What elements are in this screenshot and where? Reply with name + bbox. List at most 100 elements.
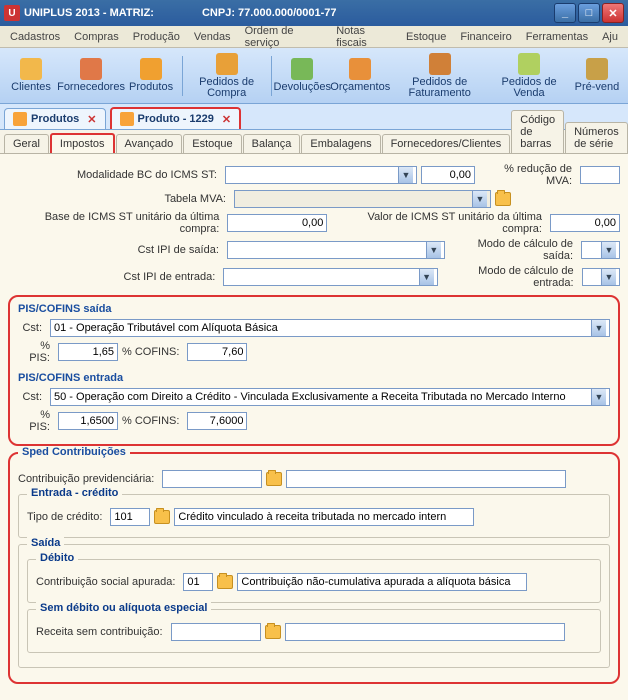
app-icon: U xyxy=(4,5,20,21)
sem-debito-group: Sem débito ou alíquota especial Receita … xyxy=(27,609,601,653)
tabela-mva-combo[interactable]: ▼ xyxy=(234,190,491,208)
toolbar-pedidos-de-compra[interactable]: Pedidos de Compra xyxy=(185,50,269,102)
pis-entrada-cofins-input[interactable] xyxy=(187,412,247,430)
sem-debito-title: Sem débito ou alíquota especial xyxy=(36,602,211,614)
cst-ipi-entrada-label: Cst IPI de entrada: xyxy=(8,271,219,283)
modo-calc-entrada-label: Modo de cálculo de entrada: xyxy=(442,265,578,289)
tab-estoque[interactable]: Estoque xyxy=(183,134,241,153)
toolbar-produtos[interactable]: Produtos xyxy=(122,50,180,102)
toolbar-pré-vend[interactable]: Pré-vend xyxy=(568,50,626,102)
pis-entrada-cofins-label: % COFINS: xyxy=(122,415,183,427)
tab-fornecedores-clientes[interactable]: Fornecedores/Clientes xyxy=(382,134,511,153)
form-body: Modalidade BC do ICMS ST: ▼ % redução de… xyxy=(0,154,628,700)
menu-compras[interactable]: Compras xyxy=(68,29,125,45)
pis-entrada-cst-label: Cst: xyxy=(18,391,46,403)
close-icon[interactable]: ✕ xyxy=(222,113,231,126)
toolbar-fornecedores[interactable]: Fornecedores xyxy=(60,50,122,102)
contrib-prev-label: Contribuição previdenciária: xyxy=(18,473,158,485)
modalidade-label: Modalidade BC do ICMS ST: xyxy=(8,169,221,181)
toolbar-devoluções[interactable]: Devoluções xyxy=(273,50,331,102)
toolbar-orçamentos[interactable]: Orçamentos xyxy=(331,50,389,102)
contrib-prev-input[interactable] xyxy=(162,470,262,488)
pis-saida-cofins-input[interactable] xyxy=(187,343,247,361)
saida-group: Saída Débito Contribuição social apurada… xyxy=(18,544,610,668)
pis-cofins-group: PIS/COFINS saída Cst: 01 - Operação Trib… xyxy=(8,295,620,446)
toolbar-pedidos-de-venda[interactable]: Pedidos de Venda xyxy=(490,50,568,102)
menu-notas fiscais[interactable]: Notas fiscais xyxy=(330,23,398,51)
main-toolbar: Clientes FornecedoresProdutos Pedidos de C… xyxy=(0,48,628,104)
menu-cadastros[interactable]: Cadastros xyxy=(4,29,66,45)
chevron-down-icon: ▼ xyxy=(419,269,434,285)
folder-icon[interactable] xyxy=(495,192,511,206)
tab-geral[interactable]: Geral xyxy=(4,134,49,153)
modalidade-combo[interactable]: ▼ xyxy=(225,166,417,184)
tipo-credito-desc xyxy=(174,508,474,526)
chevron-down-icon: ▼ xyxy=(591,320,606,336)
valor-ult-compra-input[interactable] xyxy=(550,214,620,232)
tab-embalagens[interactable]: Embalagens xyxy=(301,134,380,153)
tab-n-meros-de-s-rie[interactable]: Números de série xyxy=(565,122,628,153)
toolbar-separator xyxy=(271,56,272,96)
toolbar-separator xyxy=(182,56,183,96)
tab-avan-ado[interactable]: Avançado xyxy=(116,134,183,153)
doctab-produto-1229[interactable]: Produto - 1229✕ xyxy=(110,107,242,129)
menu-aju[interactable]: Aju xyxy=(596,29,624,45)
reducao-mva-label: % redução de MVA: xyxy=(479,163,576,187)
contrib-social-input[interactable] xyxy=(183,573,213,591)
cst-ipi-entrada-combo[interactable]: ▼ xyxy=(223,268,437,286)
pis-saida-pis-input[interactable] xyxy=(58,343,118,361)
menu-ferramentas[interactable]: Ferramentas xyxy=(520,29,594,45)
toolbar-label: Clientes xyxy=(11,82,51,93)
cst-ipi-saida-label: Cst IPI de saída: xyxy=(8,244,223,256)
maximize-button[interactable]: □ xyxy=(578,3,600,23)
base-ult-compra-input[interactable] xyxy=(227,214,327,232)
tipo-credito-input[interactable] xyxy=(110,508,150,526)
pis-saida-cst-combo[interactable]: 01 - Operação Tributável com Alíquota Bá… xyxy=(50,319,610,337)
menu-financeiro[interactable]: Financeiro xyxy=(454,29,517,45)
close-button[interactable]: ✕ xyxy=(602,3,624,23)
cst-ipi-saida-combo[interactable]: ▼ xyxy=(227,241,445,259)
entrada-credito-title: Entrada - crédito xyxy=(27,487,122,499)
receita-input[interactable] xyxy=(171,623,261,641)
tab-c-digo-de-barras[interactable]: Código de barras xyxy=(511,110,564,153)
folder-icon[interactable] xyxy=(154,510,170,524)
window-title-right: CNPJ: 77.000.000/0001-77 xyxy=(202,7,337,19)
pis-saida-pis-label: % PIS: xyxy=(18,340,54,364)
toolbar-clientes[interactable]: Clientes xyxy=(2,50,60,102)
contrib-social-desc xyxy=(237,573,527,591)
menu-produção[interactable]: Produção xyxy=(127,29,186,45)
toolbar-label: Pedidos de Venda xyxy=(496,77,562,99)
folder-icon[interactable] xyxy=(266,472,282,486)
doctab-produtos[interactable]: Produtos ✕ xyxy=(4,108,106,129)
sped-group: Sped Contribuições Contribuição previden… xyxy=(8,452,620,684)
folder-icon[interactable] xyxy=(217,575,233,589)
contrib-prev-desc[interactable] xyxy=(286,470,566,488)
doctab-label: Produtos xyxy=(31,113,79,125)
reducao-mva-input[interactable] xyxy=(421,166,475,184)
modo-calc-saida-combo[interactable]: ▼ xyxy=(581,241,620,259)
close-icon[interactable]: ✕ xyxy=(87,113,96,126)
pis-entrada-cst-combo[interactable]: 50 - Operação com Direito a Crédito - Vi… xyxy=(50,388,610,406)
toolbar-label: Orçamentos xyxy=(330,82,390,93)
receita-desc[interactable] xyxy=(285,623,565,641)
toolbar-label: Pedidos de Compra xyxy=(191,77,263,99)
menu-estoque[interactable]: Estoque xyxy=(400,29,452,45)
toolbar-pedidos-de-faturamento[interactable]: Pedidos de Faturamento xyxy=(389,50,490,102)
valor-ult-compra-label: Valor de ICMS ST unitário da última comp… xyxy=(331,211,546,235)
toolbar-icon xyxy=(349,58,371,80)
document-icon xyxy=(120,112,134,126)
pis-entrada-pis-input[interactable] xyxy=(58,412,118,430)
pis-entrada-cst-value: 50 - Operação com Direito a Crédito - Vi… xyxy=(54,391,566,403)
reducao-mva-extra[interactable] xyxy=(580,166,620,184)
tab-impostos[interactable]: Impostos xyxy=(50,133,115,153)
menu-ordem de serviço[interactable]: Ordem de serviço xyxy=(239,23,329,51)
tabela-mva-label: Tabela MVA: xyxy=(8,193,230,205)
chevron-down-icon: ▼ xyxy=(426,242,441,258)
pis-saida-cofins-label: % COFINS: xyxy=(122,346,183,358)
modo-calc-entrada-combo[interactable]: ▼ xyxy=(582,268,620,286)
minimize-button[interactable]: _ xyxy=(554,3,576,23)
tab-balan-a[interactable]: Balança xyxy=(243,134,301,153)
menu-vendas[interactable]: Vendas xyxy=(188,29,237,45)
folder-icon[interactable] xyxy=(265,625,281,639)
toolbar-label: Pedidos de Faturamento xyxy=(395,77,484,99)
